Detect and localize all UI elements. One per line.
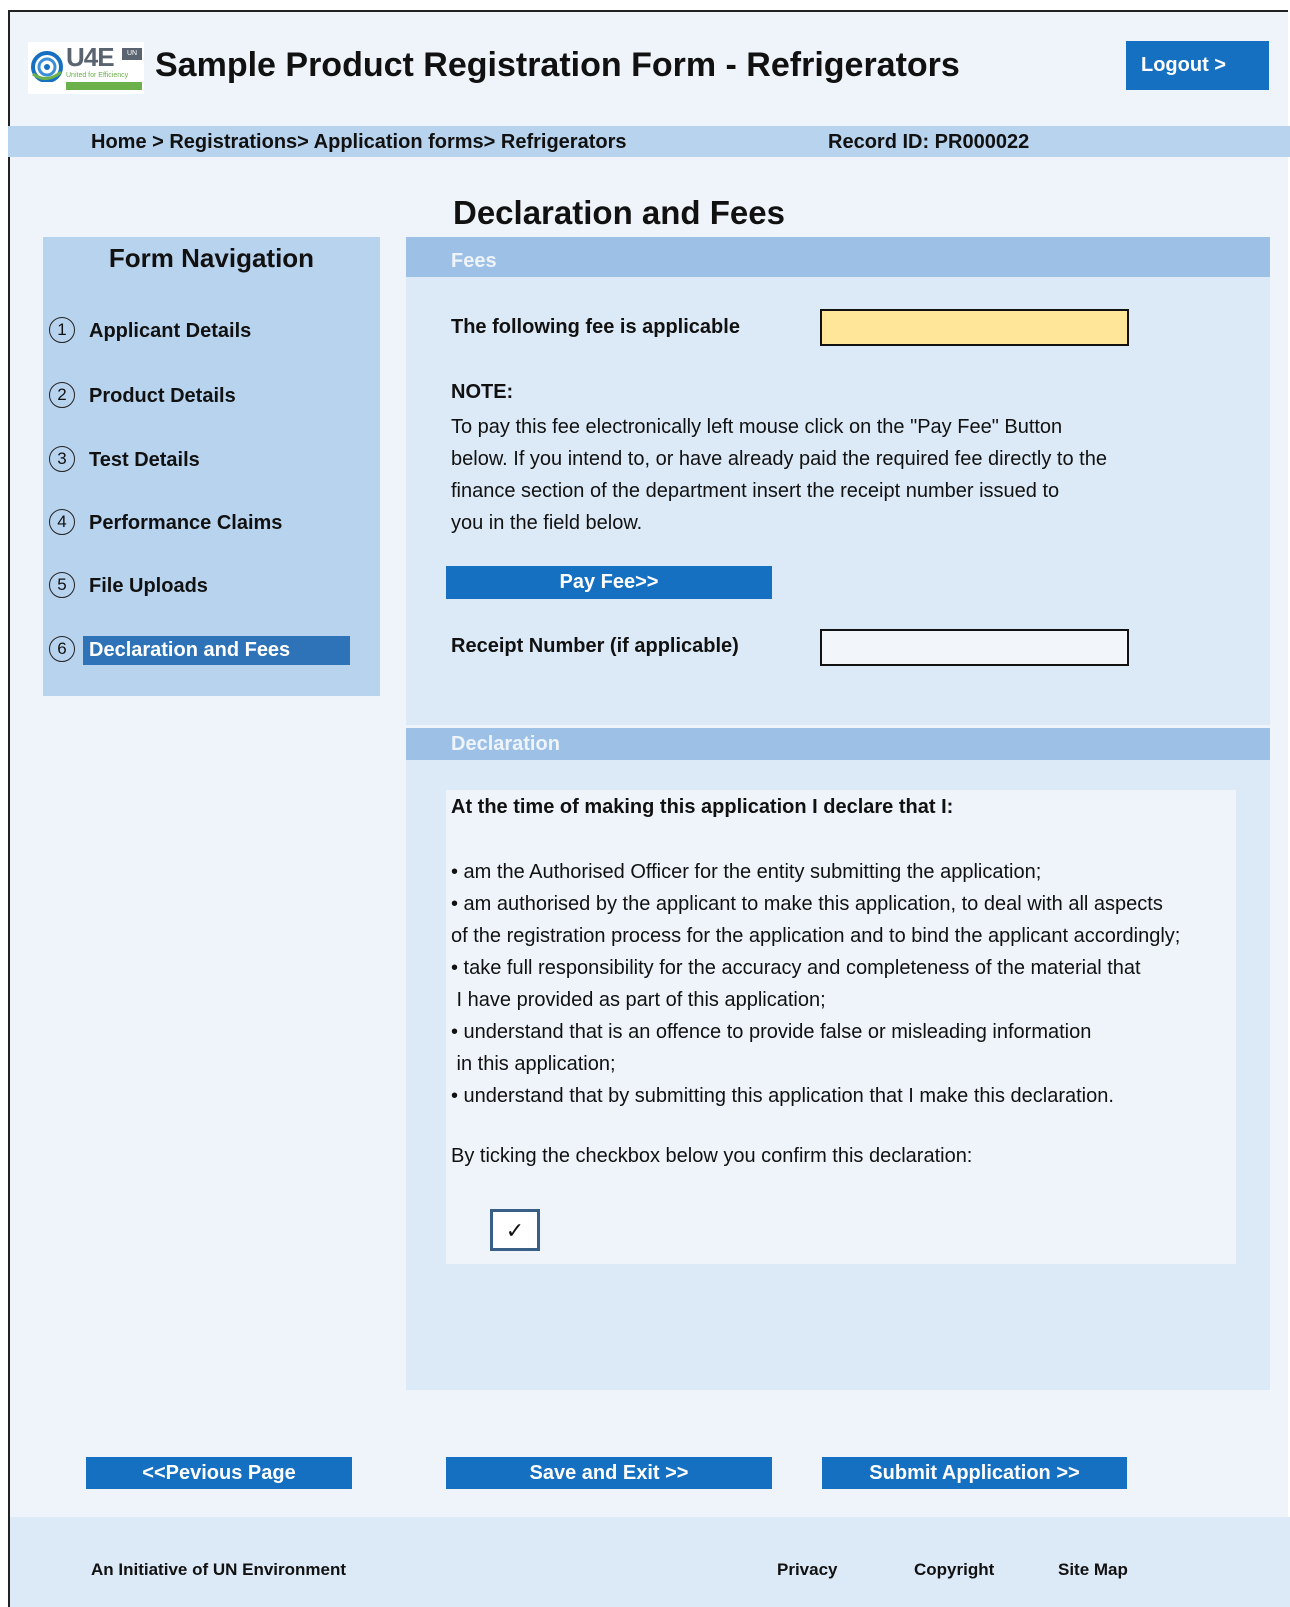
u4e-logo: U4E UN United for Efficiency <box>28 42 144 94</box>
fee-amount-field <box>820 309 1129 346</box>
un-badge: UN <box>122 48 142 60</box>
breadcrumb[interactable]: Home > Registrations> Application forms>… <box>91 131 627 154</box>
nav-item-label: Test Details <box>89 449 200 471</box>
nav-item-declaration-and-fees[interactable]: 6 Declaration and Fees <box>49 633 359 666</box>
checkmark-icon: ✓ <box>505 1218 525 1243</box>
declaration-section-header: Declaration <box>406 728 1270 760</box>
nav-title: Form Navigation <box>108 243 315 273</box>
confirm-instruction: By ticking the checkbox below you confir… <box>451 1145 973 1167</box>
previous-page-button[interactable]: <<Pevious Page <box>86 1457 352 1489</box>
step-number-icon: 1 <box>49 317 75 343</box>
save-and-exit-button[interactable]: Save and Exit >> <box>446 1457 772 1489</box>
nav-item-file-uploads[interactable]: 5 File Uploads <box>49 569 359 602</box>
nav-item-test-details[interactable]: 3 Test Details <box>49 443 359 476</box>
step-number-icon: 5 <box>49 572 75 598</box>
footer-link-copyright[interactable]: Copyright <box>914 1560 994 1580</box>
note-title: NOTE: <box>451 381 514 403</box>
fee-label: The following fee is applicable <box>451 316 740 338</box>
declaration-line: • understand that by submitting this app… <box>451 1085 1114 1107</box>
nav-item-label: Declaration and Fees <box>83 636 350 665</box>
nav-item-product-details[interactable]: 2 Product Details <box>49 379 359 412</box>
step-number-icon: 3 <box>49 446 75 472</box>
declaration-line: • am authorised by the applicant to make… <box>451 893 1163 915</box>
logout-button[interactable]: Logout > <box>1126 41 1269 90</box>
step-number-icon: 4 <box>49 509 75 535</box>
footer-link-site-map[interactable]: Site Map <box>1058 1560 1128 1580</box>
submit-application-button[interactable]: Submit Application >> <box>822 1457 1127 1489</box>
step-number-icon: 6 <box>49 636 75 662</box>
note-line: To pay this fee electronically left mous… <box>451 416 1063 438</box>
logo-icon-strip <box>66 82 142 90</box>
note-line: below. If you intend to, or have already… <box>451 448 1107 470</box>
nav-item-label: Product Details <box>89 385 236 407</box>
declaration-line: of the registration process for the appl… <box>451 925 1181 947</box>
declaration-line: • understand that is an offence to provi… <box>451 1021 1092 1043</box>
nav-item-label: Applicant Details <box>89 320 252 342</box>
record-id: Record ID: PR000022 <box>828 131 1030 153</box>
pay-fee-button[interactable]: Pay Fee>> <box>446 566 772 599</box>
declaration-line: • am the Authorised Officer for the enti… <box>451 861 1042 883</box>
declaration-line: in this application; <box>451 1053 616 1075</box>
footer-link-privacy[interactable]: Privacy <box>777 1560 838 1580</box>
declaration-list: • am the Authorised Officer for the enti… <box>451 856 1266 1112</box>
logo-mark: U4E <box>66 42 115 72</box>
logo-tagline: United for Efficiency <box>66 72 129 79</box>
nav-item-label: File Uploads <box>89 575 208 597</box>
receipt-number-label: Receipt Number (if applicable) <box>451 635 739 657</box>
section-title: Declaration and Fees <box>453 194 785 231</box>
nav-item-label: Performance Claims <box>89 512 283 534</box>
note-line: finance section of the department insert… <box>451 480 1060 502</box>
page-title: Sample Product Registration Form - Refri… <box>155 46 960 84</box>
form-navigation: Form Navigation 1 Applicant Details 2 Pr… <box>43 237 380 696</box>
footer-initiative: An Initiative of UN Environment <box>91 1560 347 1579</box>
declaration-checkbox[interactable]: ✓ <box>490 1209 540 1251</box>
step-number-icon: 2 <box>49 382 75 408</box>
note-text: To pay this fee electronically left mous… <box>451 411 1211 539</box>
fees-section-header: Fees <box>406 237 1270 277</box>
nav-item-applicant-details[interactable]: 1 Applicant Details <box>49 314 359 347</box>
note-line: you in the field below. <box>451 512 643 534</box>
declaration-intro: At the time of making this application I… <box>451 796 954 818</box>
swirl-logo-icon <box>31 51 63 82</box>
declaration-line: I have provided as part of this applicat… <box>451 989 826 1011</box>
receipt-number-input[interactable] <box>820 629 1129 666</box>
nav-item-performance-claims[interactable]: 4 Performance Claims <box>49 506 359 539</box>
declaration-line: • take full responsibility for the accur… <box>451 957 1141 979</box>
